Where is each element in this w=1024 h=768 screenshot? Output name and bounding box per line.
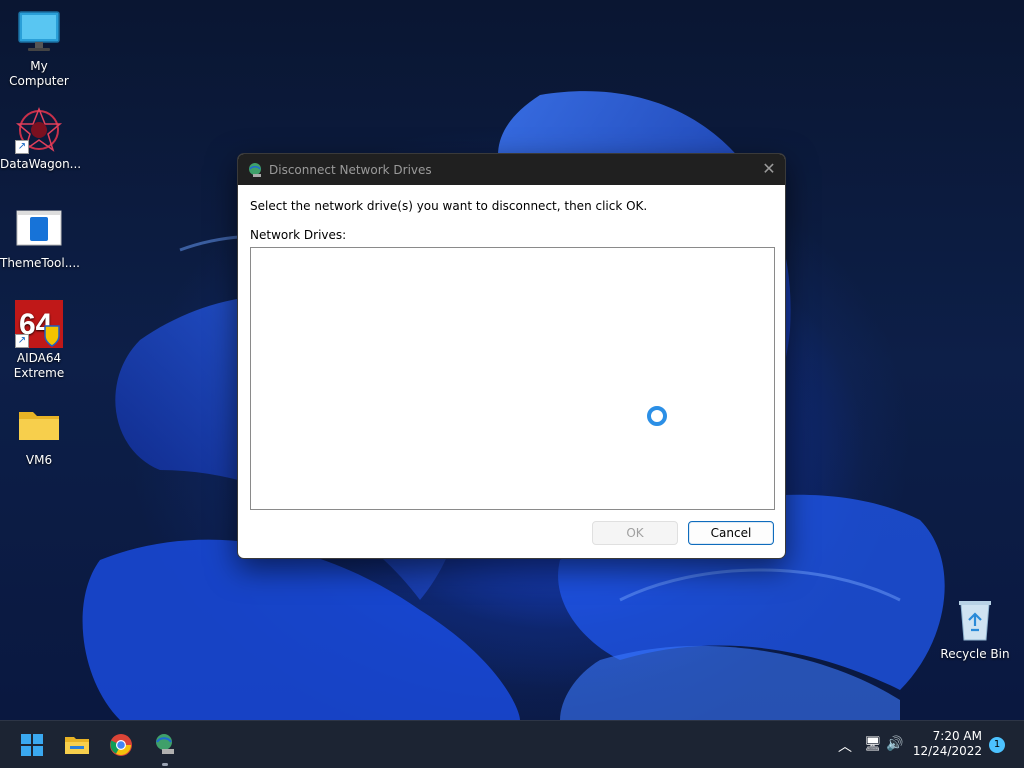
desktop-icon-my-computer[interactable]: My Computer xyxy=(0,8,78,89)
taskbar-network-drive[interactable] xyxy=(149,729,181,766)
desktop-icon-themetool[interactable]: ThemeTool.... xyxy=(0,205,80,271)
desktop-icon-label: Recycle Bin xyxy=(940,647,1010,661)
dialog-buttons: OK Cancel xyxy=(592,521,774,545)
desktop-icon-vm6[interactable]: VM6 xyxy=(0,402,78,468)
network-icon[interactable]: 🖥 xyxy=(864,736,882,752)
clock[interactable]: 7:20 AM 12/24/2022 xyxy=(913,729,982,759)
start-button[interactable] xyxy=(16,729,48,761)
clock-date: 12/24/2022 xyxy=(912,744,982,758)
desktop-icon-aida64[interactable]: 64 ↗ AIDA64 Extreme xyxy=(0,300,78,381)
notification-badge[interactable]: 1 xyxy=(989,737,1005,753)
network-drives-list[interactable] xyxy=(250,247,775,510)
shortcut-arrow-icon: ↗ xyxy=(15,140,29,154)
monitor-icon xyxy=(15,8,63,56)
recycle-bin-icon xyxy=(951,596,999,644)
shortcut-arrow-icon: ↗ xyxy=(15,334,29,348)
taskbar-chrome[interactable] xyxy=(105,729,137,761)
chevron-up-icon[interactable]: ︿ xyxy=(838,736,852,756)
system-tray: ︿ 🖥 🔊 7:20 AM 12/24/2022 1 xyxy=(824,721,1024,768)
close-button[interactable]: ✕ xyxy=(753,154,785,185)
network-drive-icon xyxy=(156,734,174,754)
clock-time: 7:20 AM xyxy=(932,729,982,743)
dialog-title: Disconnect Network Drives xyxy=(269,162,432,177)
desktop-icon-label: ThemeTool.... xyxy=(0,256,80,270)
file-explorer-icon xyxy=(65,737,89,754)
instruction-text: Select the network drive(s) you want to … xyxy=(250,199,648,213)
network-drives-label: Network Drives: xyxy=(250,228,347,242)
network-drive-icon xyxy=(249,162,261,177)
ok-button[interactable]: OK xyxy=(592,521,678,545)
taskbar-file-explorer[interactable] xyxy=(61,729,93,761)
themetool-icon xyxy=(15,205,63,253)
taskbar: ︿ 🖥 🔊 7:20 AM 12/24/2022 1 xyxy=(0,720,1024,768)
dialog-body: Select the network drive(s) you want to … xyxy=(238,185,785,510)
desktop-icon-datawagon[interactable]: ↗ DataWagon... xyxy=(0,106,82,172)
dialog-titlebar[interactable]: Disconnect Network Drives ✕ xyxy=(238,154,785,185)
desktop-icon-label: AIDA64 Extreme xyxy=(13,351,65,380)
folder-icon xyxy=(15,402,63,450)
desktop-icon-label: DataWagon... xyxy=(0,157,82,171)
cancel-button[interactable]: Cancel xyxy=(688,521,774,545)
loading-spinner-icon xyxy=(647,406,667,426)
start-icon xyxy=(21,734,43,756)
desktop-icon-label: My Computer xyxy=(9,59,69,88)
running-indicator xyxy=(162,763,168,766)
volume-icon[interactable]: 🔊 xyxy=(886,736,903,752)
datawagon-icon: ↗ xyxy=(15,106,63,154)
aida64-icon: 64 ↗ xyxy=(15,300,63,348)
disconnect-network-drives-dialog: Disconnect Network Drives ✕ Select the n… xyxy=(237,153,786,559)
desktop-icon-label: VM6 xyxy=(25,453,53,467)
chrome-icon xyxy=(110,734,132,756)
desktop-icon-recycle-bin[interactable]: Recycle Bin xyxy=(936,596,1014,662)
